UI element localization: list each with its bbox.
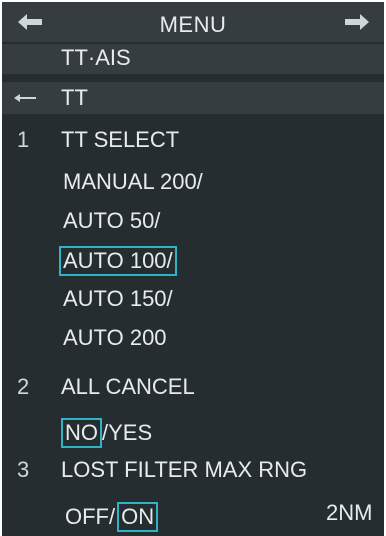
menu-screen: MENU TT·AIS TT 1 TT SELECT MANUAL 200/ A… xyxy=(0,0,386,536)
menu-title: MENU xyxy=(159,12,227,37)
option-off[interactable]: OFF xyxy=(65,504,109,529)
menu-header: MENU xyxy=(2,2,384,42)
option-yes[interactable]: YES xyxy=(108,420,152,445)
selection-highlight: AUTO 100/ xyxy=(59,246,177,276)
option-auto-50[interactable]: AUTO 50/ xyxy=(63,207,160,235)
option-manual-200[interactable]: MANUAL 200/ xyxy=(63,168,203,196)
breadcrumb-tt[interactable]: TT xyxy=(2,82,384,114)
all-cancel-label[interactable]: ALL CANCEL xyxy=(61,373,195,401)
breadcrumb-label: TT·AIS xyxy=(61,45,131,70)
option-auto-150[interactable]: AUTO 150/ xyxy=(63,285,173,313)
option-auto-200[interactable]: AUTO 200 xyxy=(63,324,167,352)
small-left-arrow-icon[interactable] xyxy=(14,94,36,102)
item-number: 3 xyxy=(17,457,30,482)
tt-select-label[interactable]: TT SELECT xyxy=(61,126,179,154)
item-number: 1 xyxy=(17,127,30,152)
breadcrumb-label: TT xyxy=(61,85,88,110)
option-separator: / xyxy=(109,504,116,529)
menu-panel: MENU TT·AIS TT 1 TT SELECT MANUAL 200/ A… xyxy=(2,2,384,536)
range-value: 2NM xyxy=(326,500,373,525)
right-arrow-icon[interactable] xyxy=(345,14,369,30)
lost-filter-label[interactable]: LOST FILTER MAX RNG xyxy=(61,456,307,484)
all-cancel-options: NO/YES xyxy=(61,418,152,448)
breadcrumb-tt-ais[interactable]: TT·AIS xyxy=(2,44,384,74)
option-on-selected[interactable]: ON xyxy=(117,502,159,532)
option-auto-100-selected[interactable]: AUTO 100/ xyxy=(59,246,177,276)
item-number: 2 xyxy=(17,374,30,399)
option-no-selected[interactable]: NO xyxy=(61,418,102,448)
lost-filter-options: OFF/ON xyxy=(65,502,159,532)
